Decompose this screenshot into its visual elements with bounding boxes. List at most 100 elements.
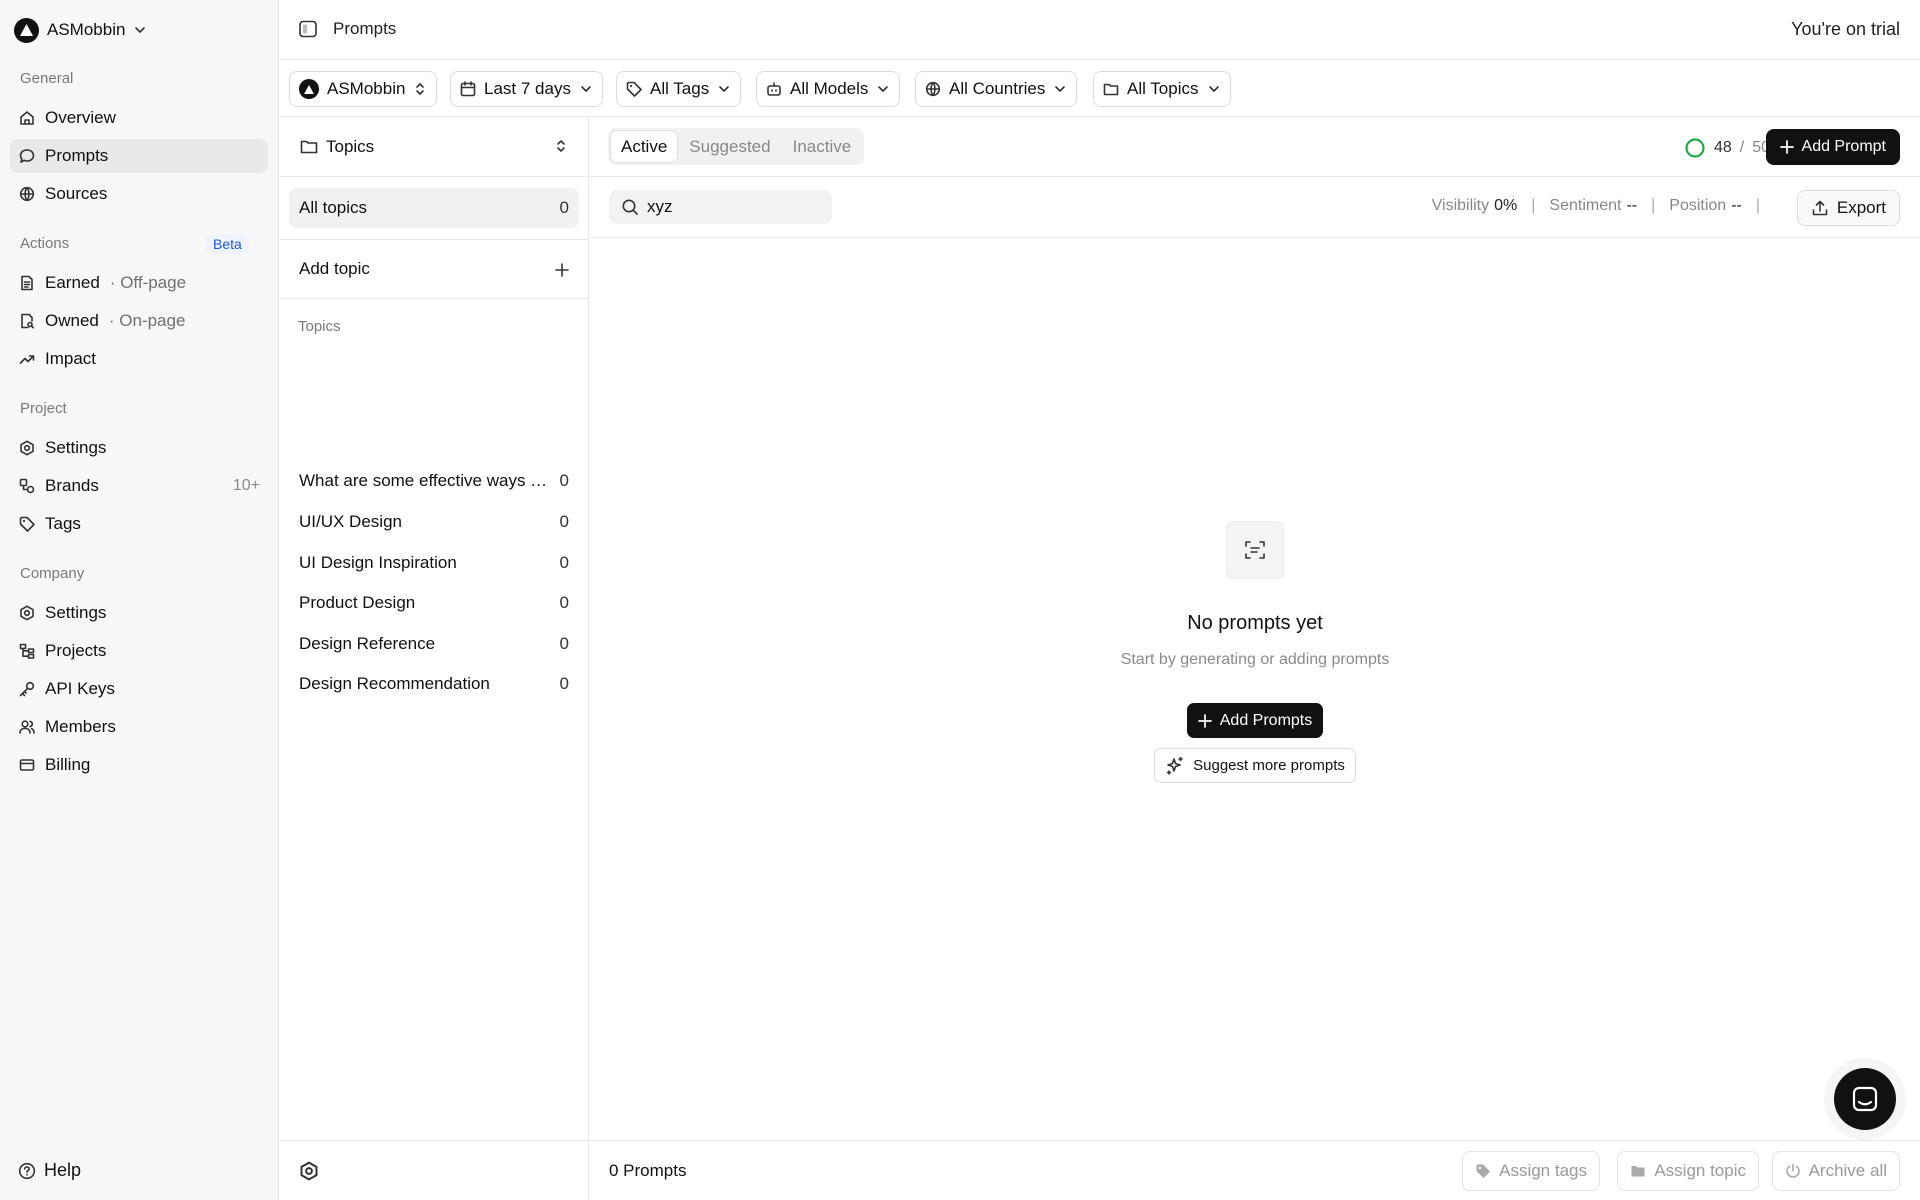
models-filter-label: All Models (790, 79, 869, 98)
sidebar-item-label: Sources (45, 184, 108, 203)
workspace-name: ASMobbin (47, 20, 126, 39)
sidebar-item-sources[interactable]: Sources (10, 177, 268, 211)
topic-item[interactable]: Design Reference 0 (289, 627, 579, 661)
prompts-footer: 0 Prompts Assign tags Assign topic Archi… (590, 1140, 1920, 1200)
topic-item[interactable]: UI Design Inspiration 0 (289, 546, 579, 580)
add-prompts-button[interactable]: Add Prompts (1186, 703, 1324, 738)
tab-suggested[interactable]: Suggested (679, 131, 780, 162)
folder-icon (1630, 1163, 1646, 1179)
folder-icon (300, 139, 318, 155)
hexagon-gear-icon (19, 440, 35, 456)
chevron-down-icon (876, 82, 890, 96)
brand-logo-icon (299, 79, 319, 99)
chat-launcher-button[interactable] (1834, 1068, 1896, 1130)
tags-filter-label: All Tags (650, 79, 710, 98)
date-range-filter[interactable]: Last 7 days (450, 71, 603, 107)
topic-item[interactable]: Product Design 0 (289, 586, 579, 620)
sidebar-item-label: Settings (45, 438, 107, 457)
hexagon-gear-icon[interactable] (299, 1161, 319, 1181)
topics-panel: Topics All topics 0 Add topic Topics Wha… (280, 117, 589, 1200)
prompt-quota: 48 / 50 (1684, 137, 1770, 159)
chat-bubble-icon (19, 148, 35, 164)
topics-header[interactable]: Topics (280, 117, 588, 177)
tab-inactive[interactable]: Inactive (783, 131, 862, 162)
topic-item[interactable]: What are some effective ways to improve … (289, 464, 579, 498)
metrics-divider: | (1531, 197, 1536, 214)
trial-status[interactable]: You're on trial (1791, 19, 1900, 40)
section-label-general: General (20, 70, 74, 87)
topic-count: 0 (559, 512, 569, 531)
brands-count: 10+ (232, 477, 260, 494)
models-filter[interactable]: All Models (756, 71, 901, 107)
topic-count: 0 (559, 471, 569, 490)
archive-all-button[interactable]: Archive all (1771, 1151, 1900, 1191)
export-button[interactable]: Export (1796, 190, 1900, 226)
topic-count: 0 (559, 553, 569, 572)
tabs-row: Active Suggested Inactive 48 / 50 Add Pr… (590, 117, 1920, 177)
empty-state: No prompts yet Start by generating or ad… (590, 522, 1920, 783)
calendar-icon (460, 81, 476, 97)
assign-tags-button[interactable]: Assign tags (1462, 1151, 1600, 1191)
sidebar-item-brands[interactable]: Brands 10+ (10, 469, 268, 503)
position-label: Position (1669, 197, 1727, 214)
sidebar-item-owned[interactable]: Owned · On-page (10, 304, 268, 338)
suggest-prompts-label: Suggest more prompts (1193, 757, 1345, 774)
visibility-value: 0% (1494, 197, 1518, 214)
prompt-count: 0 Prompts (609, 1161, 687, 1180)
sidebar-item-tags[interactable]: Tags (10, 507, 268, 541)
sidebar-item-sublabel: · On-page (108, 311, 186, 330)
workspace-switcher[interactable]: ASMobbin (14, 16, 147, 44)
search-row: Visibility0% | Sentiment-- | Position-- … (590, 177, 1920, 238)
chat-icon (1852, 1086, 1878, 1112)
sidebar-item-projects[interactable]: Projects (10, 634, 268, 668)
sidebar-item-label: API Keys (45, 679, 115, 698)
section-label-company: Company (20, 565, 85, 582)
home-icon (19, 110, 35, 126)
chevron-down-icon (133, 23, 147, 37)
tags-filter[interactable]: All Tags (616, 71, 742, 107)
assign-topic-button[interactable]: Assign topic (1617, 1151, 1759, 1191)
sentiment-metric: Sentiment -- (1549, 197, 1637, 215)
globe-icon (925, 81, 941, 97)
empty-state-title: No prompts yet (1187, 612, 1323, 634)
sidebar-item-company-settings[interactable]: Settings (10, 596, 268, 630)
assign-tags-label: Assign tags (1499, 1161, 1587, 1180)
filter-bar: ASMobbin Last 7 days All Tags All Models… (280, 61, 1920, 117)
all-topics-item[interactable]: All topics 0 (289, 188, 579, 228)
sidebar-item-overview[interactable]: Overview (10, 101, 268, 135)
position-value: -- (1731, 197, 1742, 214)
topics-filter-label: All Topics (1127, 79, 1199, 98)
search-input[interactable] (647, 197, 817, 217)
topic-count: 0 (559, 593, 569, 612)
sidebar-item-label: Projects (45, 641, 107, 660)
topic-label: What are some effective ways to improve … (299, 471, 551, 490)
add-prompt-button[interactable]: Add Prompt (1765, 129, 1900, 165)
archive-all-label: Archive all (1808, 1161, 1887, 1180)
tag-icon (626, 81, 642, 97)
suggest-prompts-button[interactable]: Suggest more prompts (1154, 748, 1356, 783)
sidebar-item-api-keys[interactable]: API Keys (10, 672, 268, 706)
topic-item[interactable]: UI/UX Design 0 (289, 505, 579, 539)
countries-filter[interactable]: All Countries (915, 71, 1078, 107)
tab-active[interactable]: Active (611, 131, 678, 162)
sidebar-item-project-settings[interactable]: Settings (10, 431, 268, 465)
topic-item[interactable]: Design Recommendation 0 (289, 667, 579, 701)
sidebar-item-prompts[interactable]: Prompts (10, 139, 268, 173)
topics-filter[interactable]: All Topics (1093, 71, 1231, 107)
sidebar-item-sublabel: · Off-page (109, 273, 187, 292)
chevron-down-icon (579, 82, 593, 96)
sidebar-item-earned[interactable]: Earned · Off-page (10, 266, 268, 300)
sidebar-item-label: Tags (45, 514, 81, 533)
sidebar-toggle-icon[interactable] (298, 19, 318, 39)
visibility-metric: Visibility 0% (1432, 197, 1518, 215)
sidebar-item-impact[interactable]: Impact (10, 342, 268, 376)
sidebar-item-billing[interactable]: Billing (10, 748, 268, 782)
brand-filter[interactable]: ASMobbin (289, 71, 438, 107)
users-icon (19, 719, 35, 735)
plus-icon (1779, 140, 1794, 154)
sidebar-item-label: Impact (45, 349, 97, 368)
help-link[interactable]: Help (18, 1160, 81, 1181)
add-topic-button[interactable]: Add topic (280, 239, 588, 299)
sidebar: ASMobbin General Overview Prompts Source… (0, 0, 279, 1200)
sidebar-item-members[interactable]: Members (10, 710, 268, 744)
